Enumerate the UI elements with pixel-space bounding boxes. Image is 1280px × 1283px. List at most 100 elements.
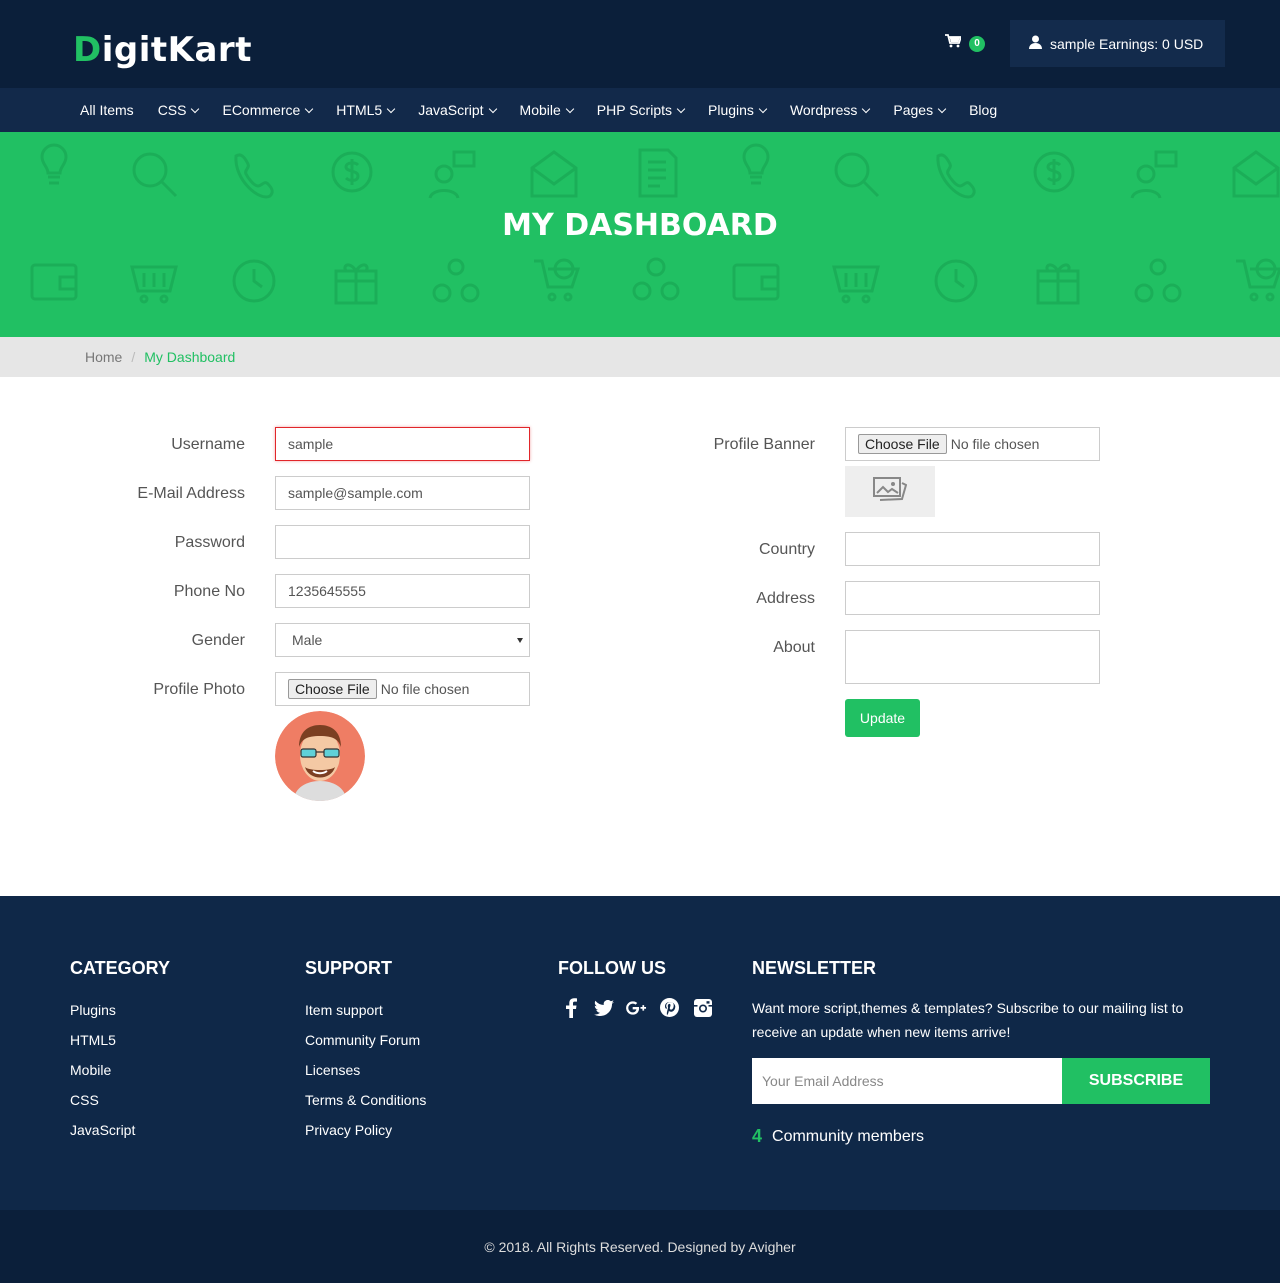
chevron-down-icon (386, 104, 396, 113)
phone-value: 1235645555 (288, 583, 366, 599)
subscribe-button[interactable]: SUBSCRIBE (1062, 1058, 1210, 1104)
nav-item-javascript[interactable]: JavaScript (418, 102, 497, 118)
social-links (560, 997, 713, 1018)
country-input[interactable] (845, 532, 1100, 566)
breadcrumb-separator: / (131, 349, 136, 365)
footer-link-privacy[interactable]: Privacy Policy (305, 1122, 392, 1138)
top-header: DigitKart 0 sample Earnings: 0 USD (0, 0, 1280, 88)
profile-banner-label: Profile Banner (713, 436, 815, 453)
main-nav: All Items CSS ECommerce HTML5 JavaScript… (0, 88, 1280, 132)
footer-link-mobile[interactable]: Mobile (70, 1062, 111, 1078)
profile-banner-file-input[interactable]: Choose File No file chosen (845, 427, 1100, 461)
nav-label: Wordpress (789, 102, 858, 118)
email-value: sample@sample.com (288, 485, 423, 501)
user-earnings-text: sample Earnings: 0 USD (1050, 35, 1204, 52)
nav-label: Pages (893, 102, 934, 118)
instagram-icon[interactable] (692, 997, 713, 1018)
password-label: Password (174, 534, 245, 551)
username-input[interactable]: sample (275, 427, 530, 461)
breadcrumb-home-link[interactable]: Home (85, 349, 122, 365)
footer-link-community-forum[interactable]: Community Forum (305, 1032, 420, 1048)
breadcrumb-current: My Dashboard (144, 349, 236, 365)
nav-item-pages[interactable]: Pages (893, 102, 947, 118)
email-placeholder: Your Email Address (762, 1073, 884, 1089)
nav-item-ecommerce[interactable]: ECommerce (222, 102, 314, 118)
avatar (275, 711, 365, 801)
members-count: 4 (752, 1126, 763, 1146)
username-value: sample (288, 436, 334, 452)
nav-item-mobile[interactable]: Mobile (519, 102, 575, 118)
chevron-down-icon (305, 104, 314, 113)
profile-photo-label: Profile Photo (153, 681, 245, 698)
chevron-down-icon (191, 104, 200, 113)
newsletter-heading: NEWSLETTER (752, 958, 876, 978)
nav-item-blog[interactable]: Blog (969, 102, 997, 118)
nav-label: Mobile (519, 102, 561, 118)
gender-value: Male (292, 632, 323, 648)
choose-file-button[interactable]: Choose File (858, 434, 947, 454)
about-label: About (773, 639, 815, 656)
footer-link-plugins[interactable]: Plugins (70, 1002, 116, 1018)
chevron-down-icon (862, 104, 871, 113)
logo-text: igitKart (101, 30, 252, 70)
user-account-button[interactable]: sample Earnings: 0 USD (1010, 20, 1225, 67)
copyright-bar: © 2018. All Rights Reserved. Designed by… (0, 1210, 1280, 1283)
chevron-down-icon (758, 104, 768, 113)
dropdown-caret-icon (517, 637, 523, 643)
gender-label: Gender (191, 632, 245, 649)
file-status: No file chosen (950, 436, 1040, 452)
cart-count-badge: 0 (969, 35, 985, 52)
nav-item-plugins[interactable]: Plugins (708, 102, 768, 118)
google-plus-icon[interactable] (626, 997, 647, 1018)
chevron-down-icon (676, 104, 686, 113)
country-label: Country (758, 541, 815, 558)
page-title: MY DASHBOARD (502, 208, 778, 243)
page-hero-banner: MY DASHBOARD (0, 132, 1280, 337)
address-label: Address (756, 590, 815, 607)
chevron-down-icon (937, 104, 947, 113)
nav-label: PHP Scripts (596, 102, 673, 118)
nav-label: All Items (80, 102, 134, 118)
nav-item-css[interactable]: CSS (158, 102, 200, 118)
password-input[interactable] (275, 525, 530, 559)
nav-label: JavaScript (418, 102, 484, 118)
nav-item-wordpress[interactable]: Wordpress (789, 102, 871, 118)
chevron-down-icon (488, 104, 497, 113)
email-label: E-Mail Address (137, 485, 245, 502)
nav-item-php-scripts[interactable]: PHP Scripts (596, 102, 686, 118)
newsletter-email-input[interactable]: Your Email Address (752, 1058, 1062, 1104)
twitter-icon[interactable] (593, 997, 614, 1018)
community-members: 4 Community members (752, 1126, 924, 1147)
breadcrumb: Home / My Dashboard (0, 337, 1280, 377)
about-textarea[interactable] (845, 630, 1100, 684)
footer-link-terms[interactable]: Terms & Conditions (305, 1092, 426, 1108)
nav-label: Blog (969, 102, 998, 118)
footer-link-css[interactable]: CSS (70, 1092, 99, 1108)
banner-placeholder (845, 466, 935, 517)
facebook-icon[interactable] (560, 997, 581, 1018)
username-label: Username (171, 436, 245, 453)
logo[interactable]: DigitKart (73, 30, 252, 70)
category-heading: CATEGORY (70, 958, 171, 978)
profile-photo-file-input[interactable]: Choose File No file chosen (275, 672, 530, 706)
support-heading: SUPPORT (305, 958, 393, 978)
gender-select[interactable]: Male (275, 623, 530, 657)
footer-link-html5[interactable]: HTML5 (70, 1032, 116, 1048)
chevron-down-icon (565, 104, 575, 113)
choose-file-button[interactable]: Choose File (288, 679, 377, 699)
site-footer: CATEGORY Plugins HTML5 Mobile CSS JavaSc… (0, 896, 1280, 1210)
cart-button[interactable]: 0 (945, 34, 985, 53)
footer-link-javascript[interactable]: JavaScript (70, 1122, 135, 1138)
footer-link-item-support[interactable]: Item support (305, 1002, 383, 1018)
copyright-text: © 2018. All Rights Reserved. Designed by… (484, 1238, 796, 1255)
nav-item-all-items[interactable]: All Items (80, 102, 134, 118)
phone-input[interactable]: 1235645555 (275, 574, 530, 608)
phone-label: Phone No (173, 583, 245, 600)
pinterest-icon[interactable] (659, 997, 680, 1018)
nav-item-html5[interactable]: HTML5 (336, 102, 396, 118)
image-icon (873, 477, 908, 506)
update-button[interactable]: Update (845, 699, 920, 737)
address-input[interactable] (845, 581, 1100, 615)
footer-link-licenses[interactable]: Licenses (305, 1062, 360, 1078)
email-input[interactable]: sample@sample.com (275, 476, 530, 510)
